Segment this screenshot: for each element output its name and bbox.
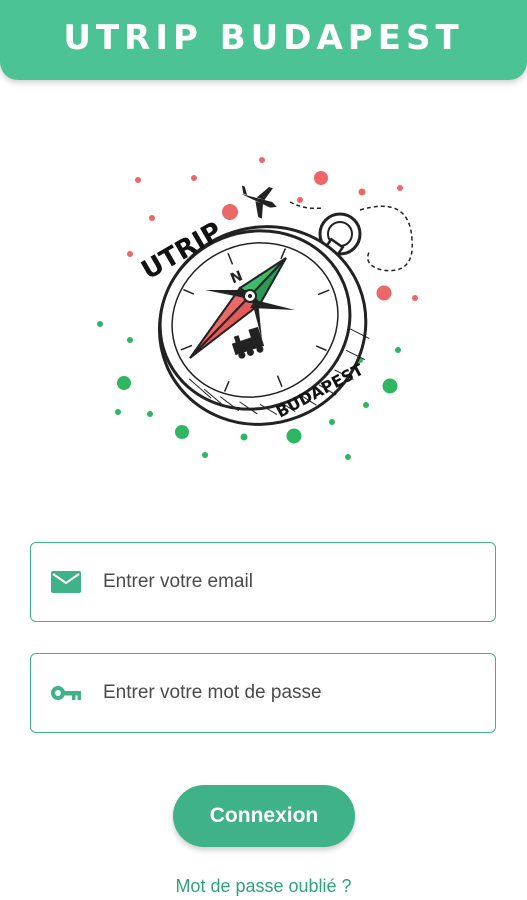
login-button[interactable]: Connexion	[173, 785, 355, 847]
password-field[interactable]	[30, 653, 496, 733]
mail-icon	[49, 568, 83, 596]
email-input[interactable]	[101, 570, 485, 594]
utrip-budapest-logo: N UTRIP BUDAPEST	[97, 157, 418, 460]
forgot-password-link[interactable]: Mot de passe oublié ?	[0, 876, 527, 897]
key-icon	[49, 679, 83, 707]
app-header: UTRIP BUDAPEST	[0, 0, 527, 80]
email-field[interactable]	[30, 542, 496, 622]
app-title: UTRIP BUDAPEST	[63, 18, 464, 58]
password-input[interactable]	[101, 681, 485, 705]
plane-icon	[241, 185, 277, 219]
